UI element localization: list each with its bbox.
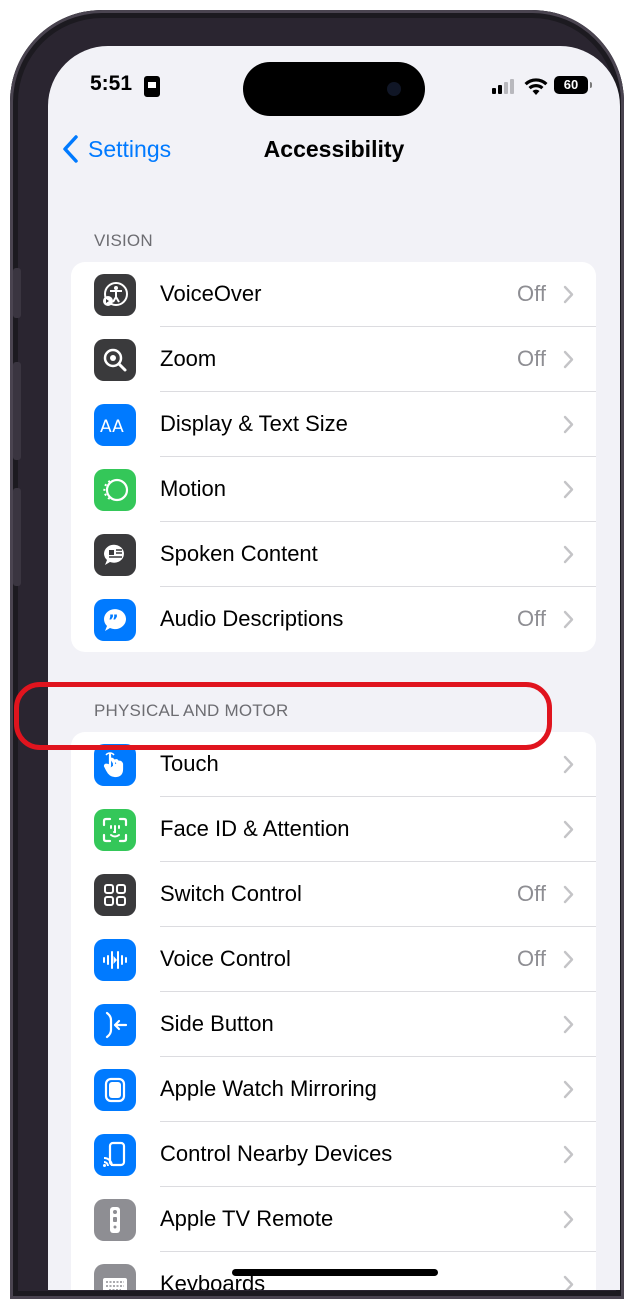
row-label: Switch Control — [160, 881, 302, 906]
row-voiceover[interactable]: VoiceOver Off — [71, 262, 596, 327]
touch-hand-icon — [94, 744, 136, 786]
motion-icon — [94, 469, 136, 511]
dynamic-island — [243, 62, 425, 116]
chevron-right-icon — [563, 285, 574, 304]
chevron-right-icon — [563, 545, 574, 564]
screen: 5:51 60 Settings Accessibility VISION Vo… — [48, 46, 620, 1290]
row-label: Spoken Content — [160, 541, 318, 566]
row-zoom[interactable]: Zoom Off — [71, 327, 596, 392]
chevron-right-icon — [563, 1080, 574, 1099]
row-control-nearby-devices[interactable]: Control Nearby Devices — [71, 1122, 596, 1187]
voiceover-icon — [94, 274, 136, 316]
chevron-right-icon — [563, 885, 574, 904]
row-label: Touch — [160, 751, 219, 776]
section-header-vision: VISION — [94, 231, 153, 250]
row-side-button[interactable]: Side Button — [71, 992, 596, 1057]
zoom-icon — [94, 339, 136, 381]
wifi-icon — [524, 78, 548, 95]
row-apple-watch-mirroring[interactable]: Apple Watch Mirroring — [71, 1057, 596, 1122]
chevron-right-icon — [563, 820, 574, 839]
chevron-right-icon — [563, 950, 574, 969]
chevron-right-icon — [563, 415, 574, 434]
audio-descriptions-icon: ” — [94, 599, 136, 641]
row-label: Audio Descriptions — [160, 606, 344, 631]
row-label: Zoom — [160, 346, 217, 371]
row-value: Off — [517, 881, 546, 906]
home-indicator[interactable] — [232, 1269, 438, 1276]
row-spoken-content[interactable]: Spoken Content — [71, 522, 596, 587]
cellular-signal-icon — [492, 78, 518, 94]
touch-highlight-annotation — [14, 682, 552, 750]
row-value: Off — [517, 606, 546, 631]
spoken-content-icon — [94, 534, 136, 576]
row-display-text-size[interactable]: AA Display & Text Size — [71, 392, 596, 457]
chevron-right-icon — [563, 1275, 574, 1290]
chevron-right-icon — [563, 755, 574, 774]
svg-text:AA: AA — [100, 417, 124, 437]
chevron-right-icon — [563, 480, 574, 499]
row-label: Face ID & Attention — [160, 816, 350, 841]
row-value: Off — [517, 346, 546, 371]
keyboard-icon — [94, 1264, 136, 1290]
row-label: Motion — [160, 476, 227, 501]
voice-control-icon — [94, 939, 136, 981]
row-audio-descriptions[interactable]: ” Audio Descriptions Off — [71, 587, 596, 652]
apple-watch-mirroring-icon — [94, 1069, 136, 1111]
action-button — [13, 268, 21, 318]
sim-card-icon — [144, 76, 160, 97]
row-voice-control[interactable]: Voice Control Off — [71, 927, 596, 992]
row-label: VoiceOver — [160, 281, 262, 306]
battery-indicator: 60 — [554, 76, 592, 94]
chevron-right-icon — [563, 1015, 574, 1034]
face-id-icon — [94, 809, 136, 851]
switch-control-icon — [94, 874, 136, 916]
chevron-right-icon — [563, 1145, 574, 1164]
row-label: Side Button — [160, 1011, 274, 1036]
front-camera — [387, 82, 401, 96]
status-time: 5:51 — [90, 72, 133, 95]
apple-tv-remote-icon — [94, 1199, 136, 1241]
chevron-right-icon — [563, 610, 574, 629]
control-nearby-devices-icon — [94, 1134, 136, 1176]
row-label: Apple TV Remote — [160, 1206, 334, 1231]
side-button-icon — [94, 1004, 136, 1046]
volume-down-button — [13, 488, 21, 586]
volume-up-button — [13, 362, 21, 460]
row-label: Display & Text Size — [160, 411, 348, 436]
row-switch-control[interactable]: Switch Control Off — [71, 862, 596, 927]
row-apple-tv-remote[interactable]: Apple TV Remote — [71, 1187, 596, 1252]
row-label: Control Nearby Devices — [160, 1141, 393, 1166]
row-motion[interactable]: Motion — [71, 457, 596, 522]
row-face-id-attention[interactable]: Face ID & Attention — [71, 797, 596, 862]
chevron-right-icon — [563, 350, 574, 369]
row-value: Off — [517, 946, 546, 971]
display-text-size-icon: AA — [94, 404, 136, 446]
row-label: Voice Control — [160, 946, 291, 971]
row-label: Apple Watch Mirroring — [160, 1076, 377, 1101]
settings-group-physical-motor: Touch Face ID & Attention Switch Control — [71, 732, 596, 1290]
svg-text:”: ” — [108, 611, 119, 630]
page-title: Accessibility — [263, 136, 405, 162]
phone-frame: 5:51 60 Settings Accessibility VISION Vo… — [10, 10, 624, 1299]
row-value: Off — [517, 281, 546, 306]
settings-group-vision: VoiceOver Off Zoom Off AA Display & Text… — [71, 262, 596, 652]
chevron-right-icon — [563, 1210, 574, 1229]
